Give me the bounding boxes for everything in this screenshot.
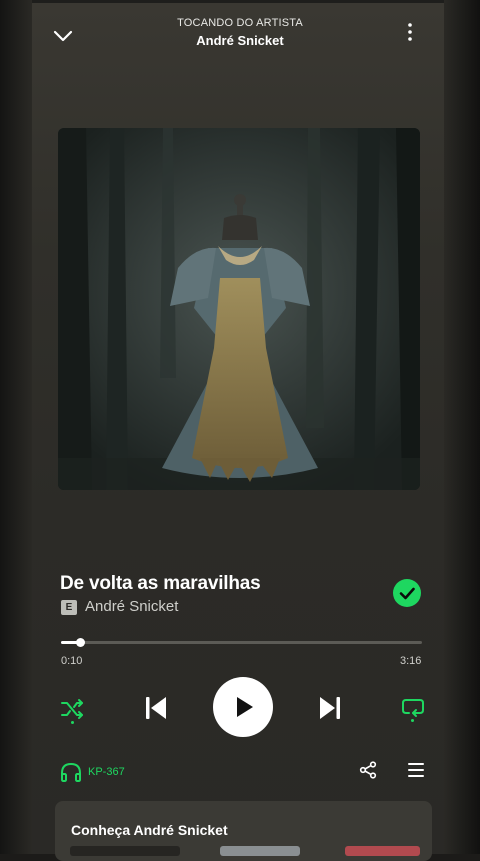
queue-button[interactable] bbox=[407, 762, 425, 778]
total-duration: 3:16 bbox=[400, 655, 422, 667]
artist-card-title: Conheça André Snicket bbox=[71, 822, 228, 838]
left-edge bbox=[0, 0, 32, 854]
shuffle-icon bbox=[61, 699, 83, 719]
top-divider bbox=[32, 0, 444, 3]
shuffle-button[interactable] bbox=[60, 697, 86, 721]
play-icon bbox=[237, 697, 253, 717]
headphones-icon bbox=[61, 762, 81, 782]
track-title[interactable]: De volta as maravilhas bbox=[60, 573, 261, 595]
liked-button[interactable] bbox=[393, 579, 421, 607]
share-icon bbox=[359, 761, 377, 779]
device-name[interactable]: KP-367 bbox=[88, 766, 125, 778]
share-button[interactable] bbox=[359, 761, 377, 779]
skip-next-icon bbox=[320, 697, 340, 719]
skip-previous-icon bbox=[146, 697, 166, 719]
artist-image-strip bbox=[345, 846, 420, 856]
shuffle-active-dot bbox=[71, 721, 74, 724]
play-pause-button[interactable] bbox=[213, 677, 273, 737]
artist-image-strip bbox=[70, 846, 180, 856]
next-button[interactable] bbox=[318, 695, 342, 721]
repeat-button[interactable] bbox=[401, 696, 425, 720]
elapsed-time: 0:10 bbox=[61, 655, 83, 667]
queue-icon bbox=[408, 763, 424, 777]
repeat-active-dot bbox=[411, 719, 414, 722]
right-edge bbox=[444, 0, 480, 854]
more-vertical-icon bbox=[408, 23, 412, 41]
progress-bar[interactable] bbox=[61, 638, 422, 647]
repeat-icon bbox=[402, 699, 424, 717]
check-icon bbox=[399, 587, 415, 600]
previous-button[interactable] bbox=[144, 695, 168, 721]
album-artwork bbox=[58, 128, 420, 490]
artist-image-strip bbox=[220, 846, 300, 856]
more-options-button[interactable] bbox=[403, 22, 417, 42]
explicit-badge: E bbox=[61, 600, 77, 615]
track-artist[interactable]: André Snicket bbox=[85, 598, 178, 615]
connect-device-button[interactable] bbox=[60, 762, 82, 782]
